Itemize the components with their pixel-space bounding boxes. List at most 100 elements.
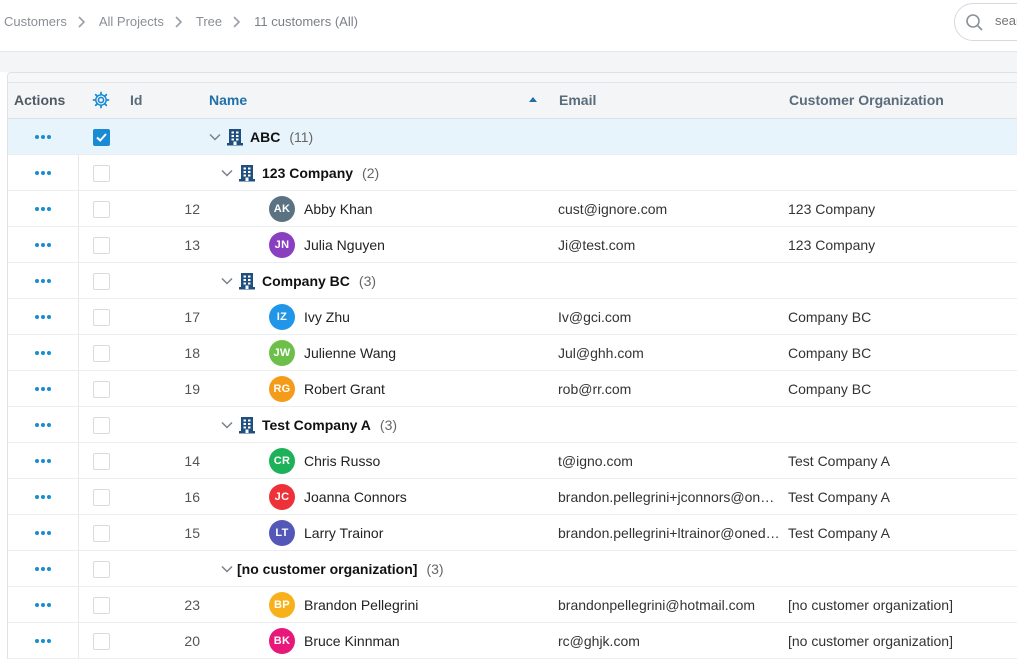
breadcrumb-customers[interactable]: Customers [4, 14, 67, 29]
organization-cell: Test Company A [788, 525, 890, 541]
row-checkbox[interactable] [93, 128, 110, 146]
row-actions-button[interactable] [8, 227, 78, 263]
customer-name-link[interactable]: Larry Trainor [304, 525, 383, 541]
row-actions-button[interactable] [8, 623, 78, 659]
row-checkbox-cell [93, 371, 110, 407]
gear-icon[interactable] [92, 91, 110, 112]
group-name-cell: [no customer organization] (3) [220, 551, 444, 587]
customer-name-link[interactable]: Chris Russo [304, 453, 380, 469]
organization-cell: Company BC [788, 309, 872, 325]
row-actions-button[interactable] [8, 551, 78, 587]
chevron-down-icon[interactable] [220, 274, 234, 288]
search-input[interactable] [995, 13, 1017, 28]
search-box[interactable] [954, 3, 1017, 41]
row-checkbox[interactable] [93, 452, 110, 470]
customer-name-link[interactable]: Brandon Pellegrini [304, 597, 418, 613]
grid-top-strip [8, 73, 1017, 83]
row-checkbox[interactable] [93, 560, 110, 578]
group-name-cell: Test Company A (3) [220, 407, 397, 443]
avatar: AK [269, 196, 295, 222]
avatar: BP [269, 592, 295, 618]
row-checkbox[interactable] [93, 632, 110, 650]
table-row: 23 BP Brandon Pellegrini brandonpellegrini@… [8, 587, 1017, 623]
row-checkbox-cell [93, 623, 110, 659]
row-checkbox[interactable] [93, 164, 110, 182]
customer-name-link[interactable]: Julienne Wang [304, 345, 396, 361]
row-checkbox[interactable] [93, 596, 110, 614]
row-checkbox-cell [93, 191, 110, 227]
row-actions-button[interactable] [8, 443, 78, 479]
row-checkbox[interactable] [93, 200, 110, 218]
customer-name-link[interactable]: Joanna Connors [304, 489, 407, 505]
row-actions-button[interactable] [8, 119, 78, 155]
email-value: Ji@test.com [558, 237, 636, 253]
chevron-right-icon [168, 15, 192, 29]
avatar: IZ [269, 304, 295, 330]
header-name[interactable]: Name [209, 92, 247, 108]
row-checkbox[interactable] [93, 236, 110, 254]
table-row: 19 RG Robert Grant rob@rr.com Company BC [8, 371, 1017, 407]
group-count: (3) [358, 273, 377, 289]
row-checkbox[interactable] [93, 344, 110, 362]
row-actions-button[interactable] [8, 587, 78, 623]
header-id[interactable]: Id [130, 92, 142, 108]
row-checkbox-cell [93, 443, 110, 479]
customer-name-link[interactable]: Bruce Kinnman [304, 633, 400, 649]
chevron-down-icon[interactable] [220, 562, 234, 576]
organization-cell: Test Company A [788, 489, 890, 505]
row-actions-button[interactable] [8, 155, 78, 191]
row-actions-button[interactable] [8, 407, 78, 443]
group-row: ABC (11) [8, 119, 1017, 155]
table-row: 16 JC Joanna Connors brandon.pellegrini+jco… [8, 479, 1017, 515]
name-cell: BK Bruce Kinnman [269, 623, 400, 659]
table-row: 13 JN Julia Nguyen Ji@test.com 123 Company [8, 227, 1017, 263]
row-checkbox[interactable] [93, 380, 110, 398]
id-cell: 23 [184, 597, 200, 613]
customer-name-link[interactable]: Abby Khan [304, 201, 373, 217]
row-actions-button[interactable] [8, 371, 78, 407]
row-actions-button[interactable] [8, 299, 78, 335]
header-organization[interactable]: Customer Organization [789, 92, 944, 108]
email-value: rc@ghjk.com [558, 633, 640, 649]
row-checkbox[interactable] [93, 272, 110, 290]
chevron-down-icon[interactable] [208, 130, 222, 144]
email-cell: rc@ghjk.com [558, 623, 780, 659]
group-name-cell: 123 Company (2) [220, 155, 379, 191]
breadcrumb-all-projects[interactable]: All Projects [99, 14, 164, 29]
row-checkbox[interactable] [93, 488, 110, 506]
table-row: 18 JW Julienne Wang Jul@ghh.com Company BC [8, 335, 1017, 371]
top-bar: Customers All Projects Tree 11 customers… [0, 0, 1017, 52]
group-count: (3) [379, 417, 398, 433]
chevron-down-icon[interactable] [220, 166, 234, 180]
id-cell: 16 [184, 489, 200, 505]
row-checkbox[interactable] [93, 308, 110, 326]
organization-cell: 123 Company [788, 201, 876, 217]
row-checkbox[interactable] [93, 416, 110, 434]
row-actions-button[interactable] [8, 479, 78, 515]
row-checkbox[interactable] [93, 524, 110, 542]
breadcrumb-tree[interactable]: Tree [196, 14, 222, 29]
organization-cell: Company BC [788, 345, 872, 361]
name-cell: JW Julienne Wang [269, 335, 396, 371]
row-actions-button[interactable] [8, 191, 78, 227]
row-actions-button[interactable] [8, 515, 78, 551]
sort-ascending-icon[interactable] [528, 91, 538, 112]
name-cell: JC Joanna Connors [269, 479, 407, 515]
customer-name-link[interactable]: Julia Nguyen [304, 237, 385, 253]
email-value: Iv@gci.com [558, 309, 632, 325]
email-value: brandon.pellegrini+jconnors@one… [558, 489, 780, 505]
row-actions-button[interactable] [8, 335, 78, 371]
group-row: Test Company A (3) [8, 407, 1017, 443]
chevron-down-icon[interactable] [220, 418, 234, 432]
row-checkbox-cell [93, 515, 110, 551]
customer-name-link[interactable]: Robert Grant [304, 381, 385, 397]
row-checkbox-cell [93, 263, 110, 299]
row-actions-button[interactable] [8, 263, 78, 299]
customer-name-link[interactable]: Ivy Zhu [304, 309, 350, 325]
group-count: (11) [289, 129, 314, 145]
email-value: brandonpellegrini@hotmail.com [558, 597, 756, 613]
building-icon [237, 163, 257, 183]
group-name: Company BC [262, 273, 350, 289]
header-email[interactable]: Email [559, 92, 596, 108]
organization-cell: 123 Company [788, 237, 876, 253]
